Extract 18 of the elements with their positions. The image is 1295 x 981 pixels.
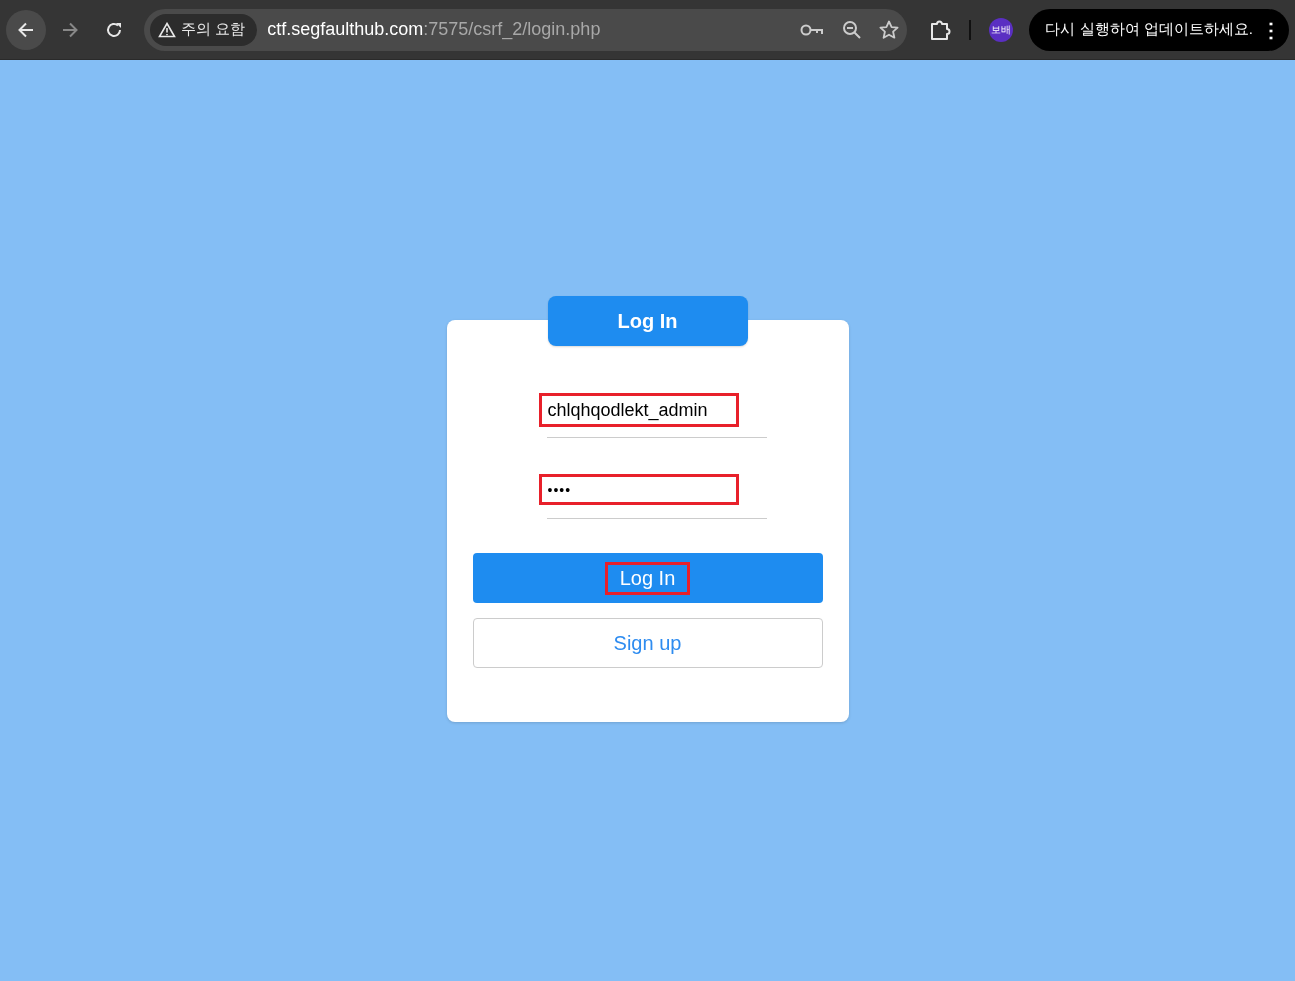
star-icon <box>879 19 900 40</box>
menu-icon[interactable]: ⋮ <box>1261 17 1281 42</box>
username-field[interactable]: chlqhqodlekt_admin <box>538 393 739 427</box>
password-field[interactable]: •••• <box>538 474 739 505</box>
url-text: ctf.segfaulthub.com:7575/csrf_2/login.php <box>267 19 602 40</box>
warning-icon <box>158 21 176 38</box>
back-arrow-icon <box>17 20 35 39</box>
reload-icon <box>105 20 123 39</box>
security-chip[interactable]: 주의 요함 <box>150 13 258 46</box>
zoom-out-icon <box>842 20 862 39</box>
puzzle-icon <box>929 18 952 41</box>
update-button[interactable]: 다시 실행하여 업데이트하세요. ⋮ <box>1029 8 1289 51</box>
profile-avatar[interactable]: 보배 <box>989 17 1014 42</box>
forward-arrow-icon <box>61 20 79 39</box>
back-button[interactable] <box>6 9 46 50</box>
address-bar[interactable]: 주의 요함 ctf.segfaulthub.com:7575/csrf_2/login.php <box>144 8 908 51</box>
login-title: Log In <box>547 296 748 346</box>
key-icon <box>800 22 825 37</box>
